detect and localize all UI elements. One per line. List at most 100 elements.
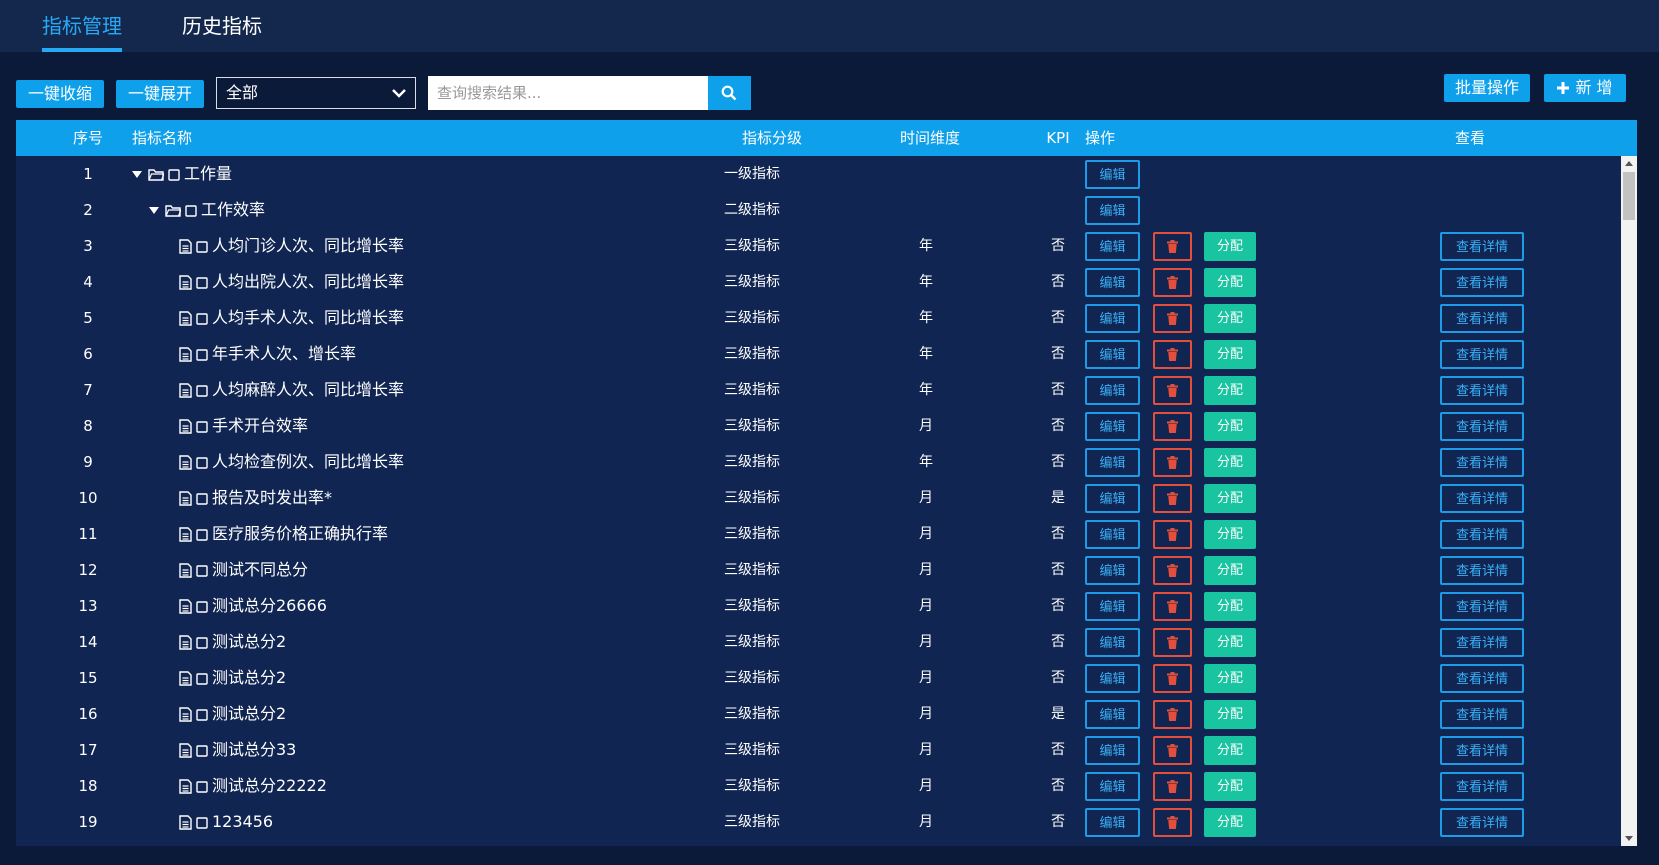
checkbox-icon[interactable] [196, 276, 208, 289]
checkbox-icon[interactable] [196, 708, 208, 721]
delete-button[interactable] [1153, 412, 1192, 441]
caret-down-icon[interactable] [132, 171, 142, 178]
delete-button[interactable] [1153, 808, 1192, 837]
assign-button[interactable]: 分配 [1204, 232, 1256, 261]
checkbox-icon[interactable] [196, 384, 208, 397]
edit-button[interactable]: 编辑 [1085, 772, 1140, 801]
assign-button[interactable]: 分配 [1204, 340, 1256, 369]
delete-button[interactable] [1153, 772, 1192, 801]
checkbox-icon[interactable] [196, 780, 208, 793]
delete-button[interactable] [1153, 592, 1192, 621]
delete-button[interactable] [1153, 268, 1192, 297]
edit-button[interactable]: 编辑 [1085, 592, 1140, 621]
view-details-button[interactable]: 查看详情 [1440, 412, 1524, 441]
assign-button[interactable]: 分配 [1204, 592, 1256, 621]
checkbox-icon[interactable] [196, 420, 208, 433]
vertical-scrollbar[interactable] [1621, 156, 1637, 846]
level-filter-select[interactable]: 全部 [216, 77, 416, 109]
edit-button[interactable]: 编辑 [1085, 520, 1140, 549]
delete-button[interactable] [1153, 520, 1192, 549]
checkbox-icon[interactable] [196, 492, 208, 505]
checkbox-icon[interactable] [196, 672, 208, 685]
delete-button[interactable] [1153, 448, 1192, 477]
view-details-button[interactable]: 查看详情 [1440, 304, 1524, 333]
assign-button[interactable]: 分配 [1204, 448, 1256, 477]
checkbox-icon[interactable] [185, 204, 197, 217]
delete-button[interactable] [1153, 340, 1192, 369]
view-details-button[interactable]: 查看详情 [1440, 340, 1524, 369]
scroll-down-arrow-icon[interactable] [1625, 836, 1633, 841]
view-details-button[interactable]: 查看详情 [1440, 808, 1524, 837]
checkbox-icon[interactable] [168, 168, 180, 181]
search-button[interactable] [708, 76, 751, 110]
checkbox-icon[interactable] [196, 816, 208, 829]
edit-button[interactable]: 编辑 [1085, 700, 1140, 729]
delete-button[interactable] [1153, 376, 1192, 405]
delete-button[interactable] [1153, 484, 1192, 513]
edit-button[interactable]: 编辑 [1085, 196, 1140, 225]
assign-button[interactable]: 分配 [1204, 808, 1256, 837]
tab-history-indicators[interactable]: 历史指标 [182, 0, 262, 52]
collapse-all-button[interactable]: 一键收缩 [16, 80, 104, 108]
assign-button[interactable]: 分配 [1204, 484, 1256, 513]
assign-button[interactable]: 分配 [1204, 772, 1256, 801]
checkbox-icon[interactable] [196, 744, 208, 757]
edit-button[interactable]: 编辑 [1085, 268, 1140, 297]
search-input[interactable] [428, 76, 708, 110]
view-details-button[interactable]: 查看详情 [1440, 232, 1524, 261]
assign-button[interactable]: 分配 [1204, 556, 1256, 585]
view-details-button[interactable]: 查看详情 [1440, 700, 1524, 729]
add-new-button[interactable]: 新 增 [1544, 74, 1626, 102]
checkbox-icon[interactable] [196, 312, 208, 325]
assign-button[interactable]: 分配 [1204, 304, 1256, 333]
tab-indicator-management[interactable]: 指标管理 [42, 0, 122, 52]
checkbox-icon[interactable] [196, 564, 208, 577]
checkbox-icon[interactable] [196, 456, 208, 469]
edit-button[interactable]: 编辑 [1085, 664, 1140, 693]
view-details-button[interactable]: 查看详情 [1440, 592, 1524, 621]
view-details-button[interactable]: 查看详情 [1440, 268, 1524, 297]
caret-down-icon[interactable] [149, 207, 159, 214]
view-details-button[interactable]: 查看详情 [1440, 484, 1524, 513]
view-details-button[interactable]: 查看详情 [1440, 556, 1524, 585]
edit-button[interactable]: 编辑 [1085, 304, 1140, 333]
edit-button[interactable]: 编辑 [1085, 736, 1140, 765]
edit-button[interactable]: 编辑 [1085, 448, 1140, 477]
delete-button[interactable] [1153, 664, 1192, 693]
assign-button[interactable]: 分配 [1204, 736, 1256, 765]
edit-button[interactable]: 编辑 [1085, 232, 1140, 261]
edit-button[interactable]: 编辑 [1085, 340, 1140, 369]
edit-button[interactable]: 编辑 [1085, 808, 1140, 837]
view-details-button[interactable]: 查看详情 [1440, 664, 1524, 693]
scroll-up-arrow-icon[interactable] [1625, 161, 1633, 166]
checkbox-icon[interactable] [196, 636, 208, 649]
edit-button[interactable]: 编辑 [1085, 412, 1140, 441]
delete-button[interactable] [1153, 700, 1192, 729]
view-details-button[interactable]: 查看详情 [1440, 736, 1524, 765]
view-details-button[interactable]: 查看详情 [1440, 628, 1524, 657]
expand-all-button[interactable]: 一键展开 [116, 80, 204, 108]
checkbox-icon[interactable] [196, 528, 208, 541]
batch-operation-button[interactable]: 批量操作 [1444, 74, 1530, 102]
scrollbar-thumb[interactable] [1623, 172, 1635, 220]
view-details-button[interactable]: 查看详情 [1440, 772, 1524, 801]
checkbox-icon[interactable] [196, 600, 208, 613]
assign-button[interactable]: 分配 [1204, 700, 1256, 729]
edit-button[interactable]: 编辑 [1085, 484, 1140, 513]
assign-button[interactable]: 分配 [1204, 628, 1256, 657]
assign-button[interactable]: 分配 [1204, 412, 1256, 441]
assign-button[interactable]: 分配 [1204, 268, 1256, 297]
delete-button[interactable] [1153, 628, 1192, 657]
assign-button[interactable]: 分配 [1204, 376, 1256, 405]
delete-button[interactable] [1153, 304, 1192, 333]
assign-button[interactable]: 分配 [1204, 520, 1256, 549]
view-details-button[interactable]: 查看详情 [1440, 520, 1524, 549]
edit-button[interactable]: 编辑 [1085, 628, 1140, 657]
view-details-button[interactable]: 查看详情 [1440, 376, 1524, 405]
edit-button[interactable]: 编辑 [1085, 376, 1140, 405]
edit-button[interactable]: 编辑 [1085, 556, 1140, 585]
delete-button[interactable] [1153, 232, 1192, 261]
checkbox-icon[interactable] [196, 240, 208, 253]
view-details-button[interactable]: 查看详情 [1440, 448, 1524, 477]
delete-button[interactable] [1153, 736, 1192, 765]
